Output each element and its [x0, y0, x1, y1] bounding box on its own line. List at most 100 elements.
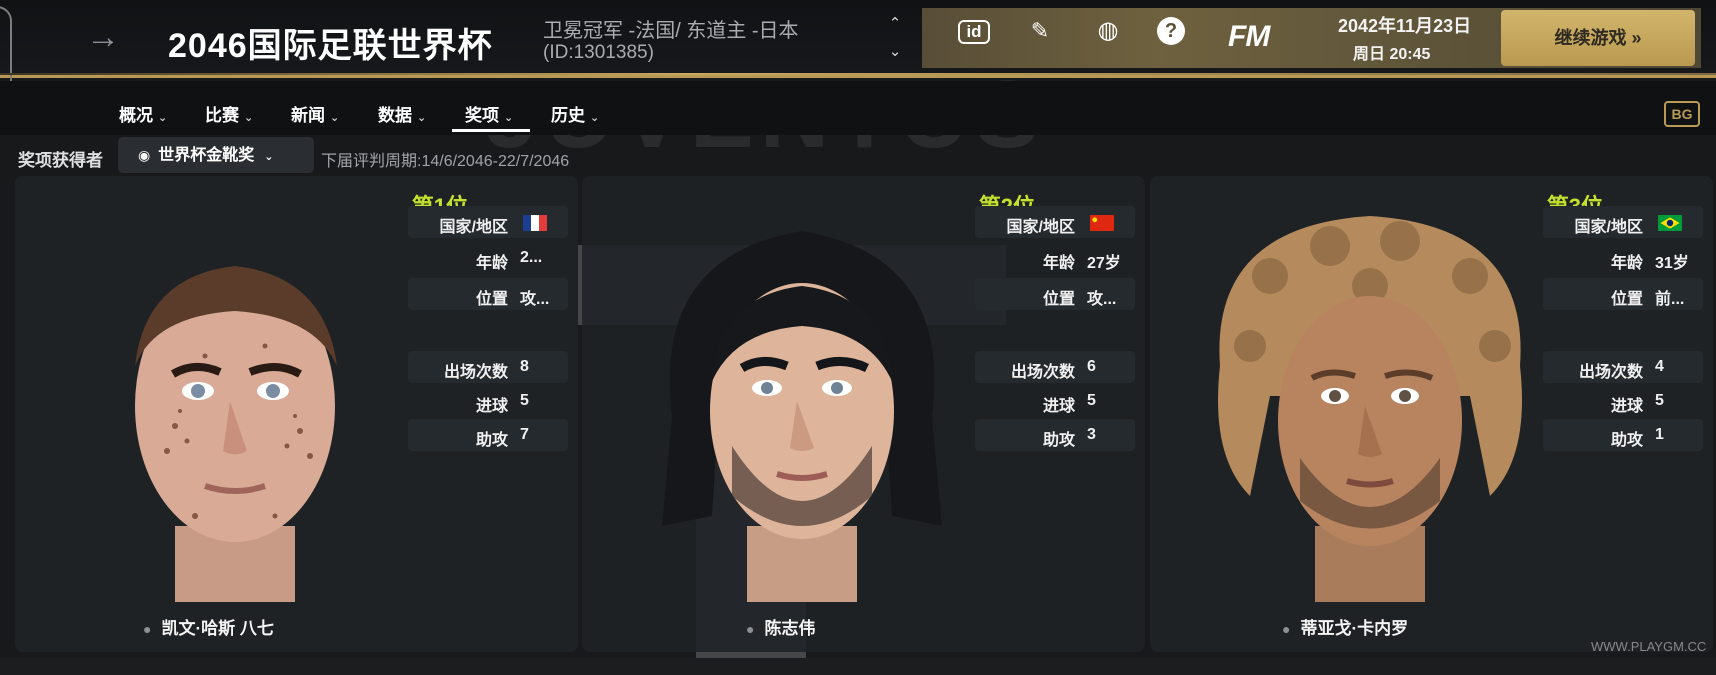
- chevron-down-icon: ⌄: [330, 112, 340, 124]
- apps-label: 出场次数: [1578, 364, 1643, 381]
- player-name-text: 凯文·哈斯 八七: [161, 619, 274, 638]
- age-label: 年龄: [1042, 255, 1075, 272]
- game-date: 2042年11月23日: [1338, 16, 1472, 36]
- assists-value: 1: [1655, 426, 1664, 443]
- tab-awards-label: 奖项: [465, 106, 499, 125]
- age-label: 年龄: [475, 255, 508, 272]
- position-label: 位置: [1042, 291, 1075, 308]
- pencil-icon[interactable]: ✎: [1024, 16, 1056, 46]
- goals-row: 进球 5: [408, 385, 568, 417]
- page-title: 2046国际足联世界杯: [168, 27, 493, 65]
- country-row: 国家/地区: [975, 206, 1135, 238]
- game-time: 周日 20:45: [1353, 46, 1431, 63]
- nav-bar: [0, 81, 1716, 135]
- up-icon[interactable]: ⌃: [885, 10, 905, 38]
- winner-card-2[interactable]: 第2位 国家/地区 年龄27岁 位置攻... 出场次数6 进球5 助攻3 ●陈志…: [582, 176, 1145, 652]
- goals-label: 进球: [1042, 398, 1075, 415]
- brazil-flag-icon: [1658, 215, 1682, 231]
- person-icon: ●: [746, 621, 755, 637]
- position-row: 位置 攻...: [975, 278, 1135, 310]
- goals-value: 5: [520, 392, 529, 409]
- winner-card-1[interactable]: 第1位 国家/地区 年龄2... 位置攻... 出场次数8 进球5 助攻7 ●凯…: [15, 176, 578, 652]
- assists-label: 助攻: [1610, 432, 1643, 449]
- chevron-down-icon: ⌄: [504, 112, 514, 124]
- app-root: JUVENTUS → 2046国际足联世界杯 卫冕冠军 -法国/ 东道主 -日本…: [0, 0, 1716, 675]
- player-face-2: [662, 231, 942, 602]
- player-name-text: 陈志伟: [764, 619, 816, 638]
- goals-value: 5: [1087, 392, 1096, 409]
- active-tab-indicator: [452, 129, 530, 132]
- tab-awards[interactable]: 奖项 ⌄: [465, 101, 513, 126]
- player-name-link[interactable]: ● 蒂亚戈·卡内罗: [1150, 614, 1713, 639]
- assists-value: 7: [520, 426, 529, 443]
- tab-overview-label: 概况: [119, 106, 153, 125]
- eye-icon: ◉: [138, 147, 151, 163]
- country-label: 国家/地区: [1574, 219, 1643, 236]
- award-selector[interactable]: ◉ 世界杯金靴奖 ⌄: [118, 137, 314, 173]
- tab-matches-label: 比赛: [205, 106, 239, 125]
- tab-history[interactable]: 历史 ⌄: [551, 101, 599, 126]
- goals-value: 5: [1655, 392, 1664, 409]
- country-label: 国家/地区: [439, 219, 508, 236]
- assists-label: 助攻: [475, 432, 508, 449]
- france-flag-icon: [523, 215, 547, 231]
- globe-icon[interactable]: ◍: [1092, 16, 1124, 46]
- chevron-down-icon: ⌄: [417, 112, 427, 124]
- position-label: 位置: [1610, 291, 1643, 308]
- age-value: 2...: [520, 249, 543, 266]
- tab-stats-label: 数据: [378, 106, 412, 125]
- position-value: 前...: [1655, 291, 1685, 308]
- help-icon[interactable]: ?: [1157, 17, 1185, 45]
- player-name-link[interactable]: ● 凯文·哈斯 八七: [15, 614, 578, 639]
- apps-label: 出场次数: [443, 364, 508, 381]
- id-icon[interactable]: id: [958, 20, 990, 44]
- goals-row: 进球 5: [1543, 385, 1703, 417]
- country-row: 国家/地区: [408, 206, 568, 238]
- tab-stats[interactable]: 数据 ⌄: [378, 101, 426, 126]
- winner-card-3[interactable]: 第3位 国家/地区 年龄31岁 位置前... 出场次数4 进球5 助攻1 ●蒂亚…: [1150, 176, 1713, 652]
- next-period: 下届评判周期:14/6/2046-22/7/2046: [321, 153, 570, 170]
- goals-label: 进球: [1610, 398, 1643, 415]
- assists-value: 3: [1087, 426, 1096, 443]
- tab-news-label: 新闻: [291, 106, 325, 125]
- bg-logo-icon[interactable]: BG: [1664, 101, 1700, 127]
- assists-row: 助攻 1: [1543, 419, 1703, 451]
- scroll-arrows: ⌃ ⌄: [885, 10, 905, 66]
- apps-value: 4: [1655, 358, 1664, 375]
- top-header: → 2046国际足联世界杯 卫冕冠军 -法国/ 东道主 -日本 (ID:1301…: [0, 0, 1716, 116]
- age-row: 年龄 31岁: [1543, 242, 1703, 274]
- age-row: 年龄 27岁: [975, 242, 1135, 274]
- age-value: 27岁: [1087, 255, 1121, 272]
- position-row: 位置 前...: [1543, 278, 1703, 310]
- site-watermark: WWW.PLAYGM.CC: [1591, 639, 1707, 654]
- chevron-down-icon: ⌄: [244, 112, 254, 124]
- person-icon: ●: [1282, 621, 1291, 637]
- age-value: 31岁: [1655, 255, 1689, 272]
- down-icon[interactable]: ⌄: [885, 38, 905, 66]
- goals-label: 进球: [475, 398, 508, 415]
- player-name-link[interactable]: ● 陈志伟: [582, 614, 1145, 639]
- tab-history-label: 历史: [551, 106, 585, 125]
- continue-game-button[interactable]: 继续游戏 »: [1501, 10, 1695, 66]
- defending-host-info: 卫冕冠军 -法国/ 东道主 -日本: [543, 20, 799, 42]
- chevron-down-icon: ⌄: [590, 112, 600, 124]
- position-value: 攻...: [1087, 291, 1117, 308]
- assists-row: 助攻 7: [408, 419, 568, 451]
- apps-row: 出场次数 8: [408, 351, 568, 383]
- person-icon: ●: [143, 621, 152, 637]
- apps-label: 出场次数: [1010, 364, 1075, 381]
- goals-row: 进球 5: [975, 385, 1135, 417]
- tab-news[interactable]: 新闻 ⌄: [291, 101, 339, 126]
- apps-row: 出场次数 6: [975, 351, 1135, 383]
- competition-id: (ID:1301385): [543, 42, 654, 63]
- player-face-3: [1218, 216, 1522, 602]
- tab-matches[interactable]: 比赛 ⌄: [205, 101, 253, 126]
- back-arrow-icon[interactable]: →: [86, 18, 120, 56]
- assists-row: 助攻 3: [975, 419, 1135, 451]
- player-face-1: [135, 266, 337, 602]
- player-name-text: 蒂亚戈·卡内罗: [1300, 619, 1409, 638]
- chevron-down-icon: ⌄: [264, 151, 274, 163]
- award-selector-value: 世界杯金靴奖: [158, 147, 255, 164]
- country-label: 国家/地区: [1006, 219, 1075, 236]
- tab-overview[interactable]: 概况 ⌄: [119, 101, 167, 126]
